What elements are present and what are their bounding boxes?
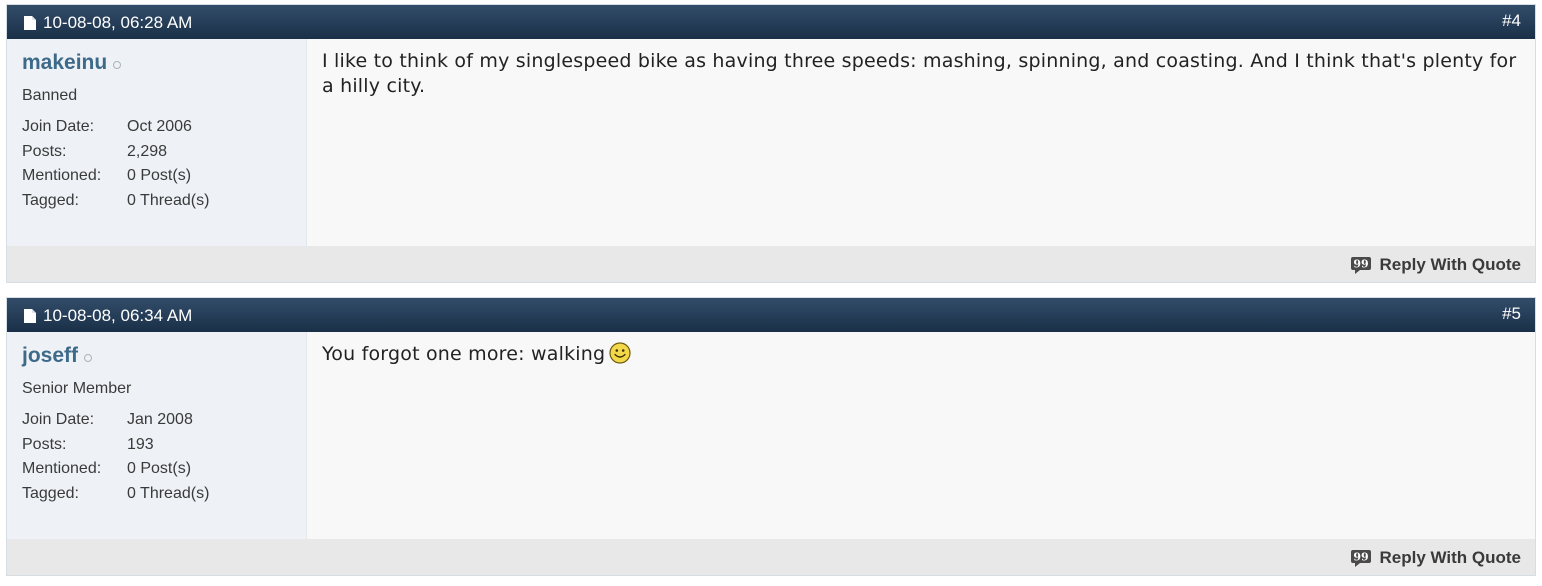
- user-info-panel: joseff Senior Member Join Date: Jan 2008…: [7, 332, 307, 539]
- post-message: I like to think of my singlespeed bike a…: [307, 39, 1535, 246]
- user-stat-mentioned: Mentioned: 0 Post(s): [22, 164, 291, 189]
- document-icon: [24, 16, 36, 30]
- user-stat-mentioned: Mentioned: 0 Post(s): [22, 457, 291, 482]
- user-title: Banned: [22, 87, 78, 104]
- post-footer: 99 Reply With Quote: [7, 539, 1535, 575]
- stat-label: Join Date:: [22, 118, 95, 135]
- post-header: 10-08-08, 06:34 AM #5: [7, 298, 1535, 332]
- post-header: 10-08-08, 06:28 AM #4: [7, 5, 1535, 39]
- user-info-panel: makeinu Banned Join Date: Oct 2006 Posts…: [7, 39, 307, 246]
- stat-label: Tagged:: [22, 484, 79, 502]
- stat-value: Oct 2006: [127, 118, 192, 135]
- post-date-text: 10-08-08, 06:34 AM: [43, 306, 193, 325]
- user-title: Senior Member: [22, 380, 132, 397]
- post-body: makeinu Banned Join Date: Oct 2006 Posts…: [7, 39, 1535, 246]
- stat-label: Join Date:: [22, 411, 95, 428]
- post: 10-08-08, 06:34 AM #5 joseff Senior Memb…: [6, 297, 1536, 576]
- stat-value: 0 Post(s): [127, 460, 192, 477]
- username-row: joseff: [22, 344, 291, 368]
- stat-label: Posts:: [22, 142, 67, 160]
- stat-label: Posts:: [22, 435, 67, 453]
- user-stat-tagged: Tagged: 0 Thread(s): [22, 189, 291, 214]
- post-number-link[interactable]: #4: [1502, 11, 1521, 31]
- user-stat-posts: Posts: 193: [22, 433, 291, 458]
- post-message-text: You forgot one more: walking: [322, 343, 606, 365]
- smiley-icon: [609, 342, 631, 364]
- reply-with-quote-button[interactable]: 99 Reply With Quote: [1350, 255, 1521, 275]
- stat-value: 0 Post(s): [127, 167, 192, 184]
- quote-bubble-icon: 99: [1351, 257, 1372, 274]
- stat-value: 2,298: [127, 142, 168, 160]
- svg-text:99: 99: [1354, 258, 1369, 271]
- stat-label: Tagged:: [22, 191, 79, 209]
- post-message: You forgot one more: walking: [307, 332, 1535, 539]
- reply-with-quote-button[interactable]: 99 Reply With Quote: [1350, 548, 1521, 568]
- document-icon: [24, 309, 36, 323]
- stat-value: 0 Thread(s): [127, 191, 210, 209]
- user-stat-posts: Posts: 2,298: [22, 140, 291, 165]
- post-date: 10-08-08, 06:34 AM: [23, 306, 192, 326]
- svg-text:99: 99: [1354, 551, 1369, 564]
- post-body: joseff Senior Member Join Date: Jan 2008…: [7, 332, 1535, 539]
- stat-label: Mentioned:: [22, 167, 102, 184]
- username-link[interactable]: joseff: [22, 344, 78, 368]
- offline-status-icon: [113, 60, 122, 69]
- post-date: 10-08-08, 06:28 AM: [23, 13, 192, 33]
- post-number-link[interactable]: #5: [1502, 304, 1521, 324]
- reply-with-quote-label: Reply With Quote: [1379, 548, 1521, 567]
- user-stat-join-date: Join Date: Jan 2008: [22, 408, 291, 433]
- stat-value: 193: [127, 435, 154, 453]
- post-date-text: 10-08-08, 06:28 AM: [43, 13, 193, 32]
- stat-value: Jan 2008: [127, 411, 193, 428]
- reply-with-quote-label: Reply With Quote: [1379, 255, 1521, 274]
- username-link[interactable]: makeinu: [22, 51, 107, 75]
- stat-label: Mentioned:: [22, 460, 102, 477]
- post-footer: 99 Reply With Quote: [7, 246, 1535, 282]
- user-stat-join-date: Join Date: Oct 2006: [22, 115, 291, 140]
- post: 10-08-08, 06:28 AM #4 makeinu Banned Joi…: [6, 4, 1536, 283]
- post-message-text: I like to think of my singlespeed bike a…: [322, 50, 1517, 97]
- user-stat-tagged: Tagged: 0 Thread(s): [22, 482, 291, 507]
- stat-value: 0 Thread(s): [127, 484, 210, 502]
- username-row: makeinu: [22, 51, 291, 75]
- offline-status-icon: [84, 353, 93, 362]
- quote-bubble-icon: 99: [1351, 550, 1372, 567]
